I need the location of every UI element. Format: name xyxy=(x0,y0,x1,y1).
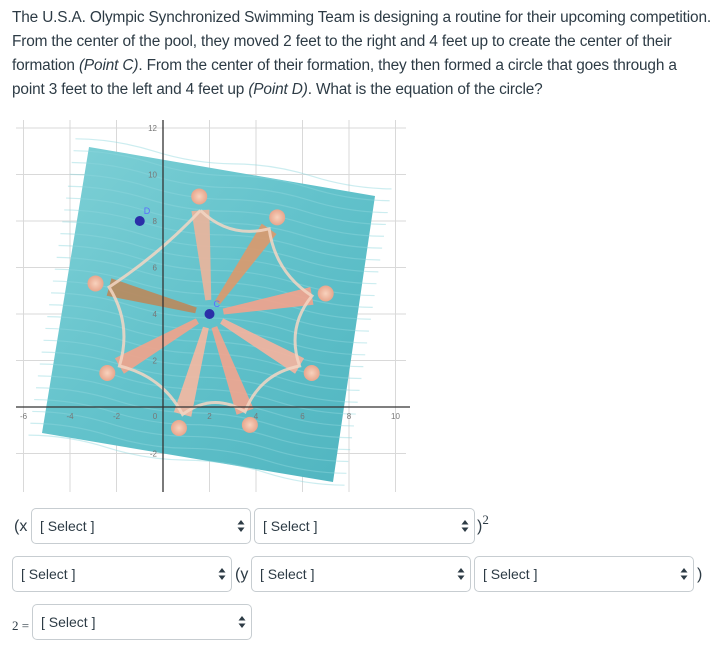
exponent-2: 2 xyxy=(482,512,489,527)
point-c-label: (Point C) xyxy=(78,57,139,74)
graph-svg: -6 -4 -2 0 2 4 6 8 10 12 10 8 6 4 2 -2 C D xyxy=(16,120,410,492)
y-tick-label: 12 xyxy=(148,124,157,133)
select-plus-sign[interactable]: [ Select ] xyxy=(12,556,232,592)
swimmer-head xyxy=(303,365,320,381)
select-k-value[interactable]: [ Select ] xyxy=(474,556,694,592)
question-text: The U.S.A. Olympic Synchronized Swimming… xyxy=(12,6,712,102)
open-y-label: (y xyxy=(235,566,249,583)
swimmer-head xyxy=(87,275,104,292)
x-tick-label: 10 xyxy=(391,412,400,421)
question-part-3: . What is the equation of the circle? xyxy=(307,81,543,98)
swimmer-head xyxy=(170,419,187,436)
x-tick-label: 0 xyxy=(153,412,158,421)
select-arrows-icon xyxy=(238,616,246,628)
x-tick-label: 6 xyxy=(300,412,305,421)
x-tick-label: 8 xyxy=(347,412,352,421)
x-tick-label: -2 xyxy=(113,412,121,421)
swimmer-head xyxy=(191,188,208,205)
select-arrows-icon xyxy=(461,520,469,532)
select-value: [ Select ] xyxy=(260,566,315,582)
coordinate-graph: -6 -4 -2 0 2 4 6 8 10 12 10 8 6 4 2 -2 C D xyxy=(0,112,420,502)
y-tick-label: 4 xyxy=(153,310,158,319)
open-x-label: (x xyxy=(14,518,28,535)
select-value: [ Select ] xyxy=(41,614,96,630)
select-arrows-icon xyxy=(457,568,465,580)
close-paren-squared: )2 xyxy=(477,512,489,536)
y-tick-label: -2 xyxy=(150,450,158,459)
select-value: [ Select ] xyxy=(21,566,76,582)
swimmer-head xyxy=(269,209,286,226)
select-k-sign[interactable]: [ Select ] xyxy=(251,556,471,592)
swimmer-head xyxy=(317,285,334,302)
swimmer-head xyxy=(99,365,116,381)
y-tick-label: 10 xyxy=(148,171,157,180)
select-value: [ Select ] xyxy=(263,518,318,534)
point-label-c: C xyxy=(214,299,221,309)
squared-equals-label: 2 = xyxy=(12,618,30,633)
x-tick-label: -6 xyxy=(20,412,28,421)
y-tick-label: 8 xyxy=(153,217,158,226)
select-arrows-icon xyxy=(237,520,245,532)
x-tick-label: -4 xyxy=(66,412,74,421)
point-d-label: (Point D) xyxy=(248,81,308,98)
select-radius-squared[interactable]: [ Select ] xyxy=(32,604,252,640)
point-d xyxy=(134,216,145,226)
select-h-sign[interactable]: [ Select ] xyxy=(31,508,251,544)
select-arrows-icon xyxy=(680,568,688,580)
y-tick-label: 2 xyxy=(153,357,158,366)
y-tick-label: 6 xyxy=(153,264,158,273)
select-h-value[interactable]: [ Select ] xyxy=(254,508,475,544)
x-tick-label: 2 xyxy=(207,412,212,421)
select-value: [ Select ] xyxy=(40,518,95,534)
select-value: [ Select ] xyxy=(483,566,538,582)
point-c xyxy=(204,309,215,319)
select-arrows-icon xyxy=(218,568,226,580)
close-paren-y: ) xyxy=(697,566,703,583)
point-label-d: D xyxy=(144,206,151,216)
x-tick-label: 4 xyxy=(254,412,259,421)
